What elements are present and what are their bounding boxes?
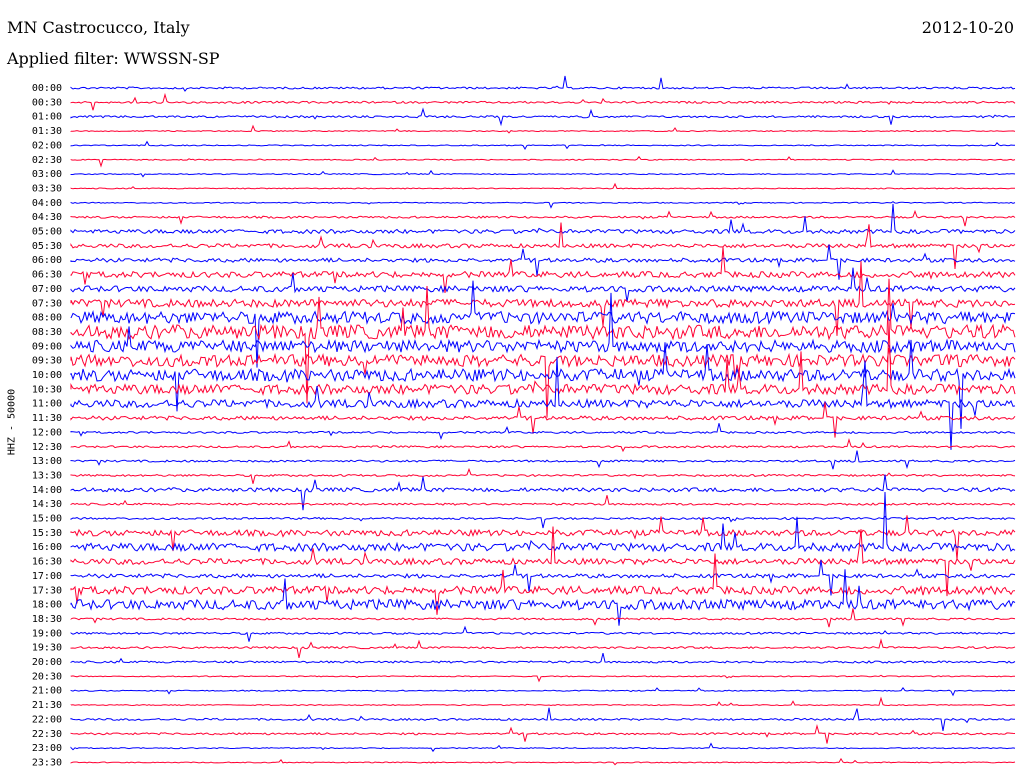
trace-line	[70, 450, 1016, 470]
trace-line	[70, 515, 1016, 529]
time-tick-label: 11:00	[32, 399, 62, 410]
trace-line	[70, 222, 1016, 269]
time-tick-label: 23:30	[32, 757, 62, 768]
trace-line	[70, 707, 1015, 731]
trace-line	[70, 140, 1016, 151]
trace-line	[70, 92, 1016, 111]
time-tick-label: 02:30	[32, 155, 62, 166]
trace-line	[70, 638, 1016, 659]
time-tick-label: 01:30	[32, 126, 62, 137]
time-tick-label: 08:00	[32, 313, 62, 324]
trace-line	[70, 474, 1016, 511]
time-tick-label: 09:30	[32, 356, 62, 367]
trace-line	[70, 696, 1016, 707]
time-tick-label: 10:30	[32, 384, 62, 395]
trace-line	[70, 742, 1016, 753]
trace-line	[70, 723, 1016, 744]
trace-line	[70, 356, 1016, 450]
time-tick-label: 20:30	[32, 671, 62, 682]
trace-line	[70, 608, 1016, 628]
trace-line	[70, 467, 1016, 484]
time-tick-label: 23:00	[32, 743, 62, 754]
trace-line	[70, 560, 1016, 596]
trace-line	[70, 201, 1016, 209]
time-tick-label: 04:00	[32, 198, 62, 209]
time-tick-label: 03:30	[32, 183, 62, 194]
time-tick-label: 04:30	[32, 212, 62, 223]
trace-line	[70, 203, 1016, 235]
trace-line	[70, 625, 1016, 642]
time-tick-label: 19:00	[32, 628, 62, 639]
time-tick-label: 22:00	[32, 714, 62, 725]
time-tick-label: 15:00	[32, 514, 62, 525]
trace-line	[70, 437, 1016, 453]
time-tick-label: 17:00	[32, 571, 62, 582]
trace-line	[70, 686, 1016, 697]
trace-line	[70, 169, 1016, 178]
helicorder-plot: 00:00 00:30 01:00 01:30 02:00 02:30 03:00 03:30…	[32, 75, 1016, 768]
trace-line	[70, 182, 1016, 190]
time-tick-label: 07:30	[32, 298, 62, 309]
time-tick-label: 06:30	[32, 270, 62, 281]
trace-line	[70, 491, 1016, 553]
time-tick-label: 16:30	[32, 557, 62, 568]
time-tick-label: 19:30	[32, 643, 62, 654]
time-tick-label: 12:30	[32, 442, 62, 453]
time-tick-label: 08:30	[32, 327, 62, 338]
trace-line	[70, 495, 1016, 506]
time-tick-label: 00:00	[32, 83, 62, 94]
trace-line	[70, 155, 1016, 168]
time-tick-label: 17:30	[32, 585, 62, 596]
time-tick-label: 20:00	[32, 657, 62, 668]
time-tick-label: 02:00	[32, 140, 62, 151]
time-tick-label: 03:00	[32, 169, 62, 180]
time-tick-label: 05:30	[32, 241, 62, 252]
time-tick-label: 22:30	[32, 729, 62, 740]
time-tick-label: 13:30	[32, 470, 62, 481]
time-tick-label: 05:00	[32, 227, 62, 238]
time-tick-label: 12:00	[32, 427, 62, 438]
time-tick-label: 16:00	[32, 542, 62, 553]
time-tick-label: 18:30	[32, 614, 62, 625]
time-tick-label: 18:00	[32, 600, 62, 611]
time-tick-label: 06:00	[32, 255, 62, 266]
time-tick-label: 14:30	[32, 499, 62, 510]
trace-line	[70, 347, 1016, 418]
time-tick-label: 07:00	[32, 284, 62, 295]
time-tick-label: 21:30	[32, 700, 62, 711]
trace-line	[70, 124, 1016, 134]
trace-line	[70, 75, 1016, 92]
time-tick-label: 01:00	[32, 112, 62, 123]
trace-line	[70, 553, 1016, 615]
trace-line	[70, 515, 1016, 560]
trace-line	[70, 652, 1016, 664]
trace-line	[70, 209, 1016, 227]
trace-line	[70, 526, 1016, 597]
time-tick-label: 00:30	[32, 97, 62, 108]
time-tick-label: 11:30	[32, 413, 62, 424]
time-tick-label: 15:30	[32, 528, 62, 539]
time-tick-label: 10:00	[32, 370, 62, 381]
trace-line	[70, 757, 1016, 766]
time-tick-label: 21:00	[32, 686, 62, 697]
time-tick-label: 09:00	[32, 341, 62, 352]
trace-line	[70, 246, 1016, 294]
trace-line	[70, 674, 1016, 683]
trace-line	[70, 280, 1016, 368]
trace-line	[70, 107, 1016, 127]
time-tick-label: 14:00	[32, 485, 62, 496]
trace-line	[70, 423, 1016, 441]
time-tick-label: 13:00	[32, 456, 62, 467]
